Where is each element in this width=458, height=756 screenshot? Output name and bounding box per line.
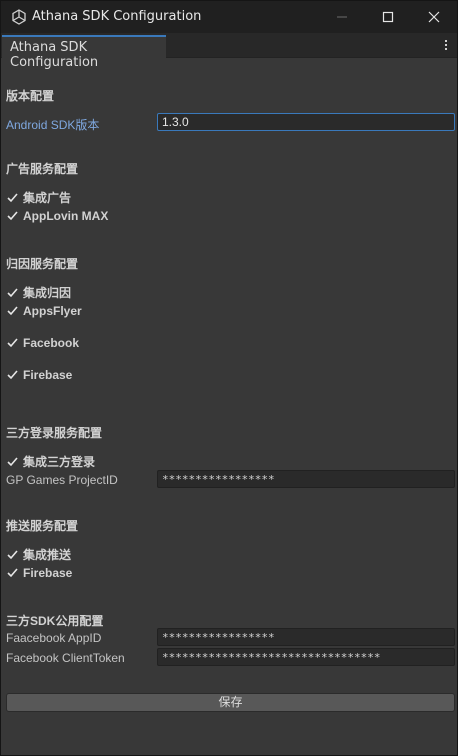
integrate-ads-checkbox[interactable]: 集成广告 xyxy=(6,189,71,206)
title-bar[interactable]: Athana SDK Configuration xyxy=(1,1,457,33)
common-section-header: 三方SDK公用配置 xyxy=(6,614,104,628)
facebook-appid-label: Faacebook AppID xyxy=(6,631,102,645)
facebook-attribution-checkbox[interactable]: Facebook xyxy=(6,336,79,350)
checkmark-icon xyxy=(6,567,19,580)
version-section-header: 版本配置 xyxy=(6,89,55,103)
checkbox-label: AppLovin MAX xyxy=(23,209,109,223)
checkbox-label: Facebook xyxy=(23,336,80,350)
android-sdk-version-input[interactable]: 1.3.0 xyxy=(157,113,455,131)
checkbox-label: Firebase xyxy=(23,368,73,382)
checkbox-label: 集成推送 xyxy=(23,548,72,562)
checkmark-icon xyxy=(6,210,19,223)
gp-games-projectid-label: GP Games ProjectID xyxy=(6,473,118,487)
window-title: Athana SDK Configuration xyxy=(32,9,202,24)
checkbox-label: 集成广告 xyxy=(23,191,72,205)
minimize-button[interactable] xyxy=(319,1,365,33)
checkbox-label: 集成归因 xyxy=(23,286,72,300)
facebook-appid-input[interactable]: ***************** xyxy=(157,628,455,646)
config-panel: 版本配置 Android SDK版本 1.3.0 广告服务配置 集成广告 App… xyxy=(1,59,457,756)
firebase-attribution-checkbox[interactable]: Firebase xyxy=(6,368,72,382)
save-button[interactable]: 保存 xyxy=(6,693,455,712)
close-icon xyxy=(428,11,440,23)
unity-logo-icon xyxy=(12,9,26,25)
integrate-third-party-login-checkbox[interactable]: 集成三方登录 xyxy=(6,453,95,470)
gp-games-projectid-input[interactable]: ***************** xyxy=(157,470,455,488)
checkmark-icon xyxy=(6,337,19,350)
firebase-push-checkbox[interactable]: Firebase xyxy=(6,566,72,580)
facebook-clienttoken-input[interactable]: ********************************* xyxy=(157,648,455,666)
attribution-section-header: 归因服务配置 xyxy=(6,257,79,271)
checkmark-icon xyxy=(6,369,19,382)
tab-athana-sdk-configuration[interactable]: Athana SDK Configuration xyxy=(2,35,166,70)
checkmark-icon xyxy=(6,548,19,561)
maximize-icon xyxy=(382,11,394,23)
applovin-max-checkbox[interactable]: AppLovin MAX xyxy=(6,209,108,223)
checkmark-icon xyxy=(6,286,19,299)
close-button[interactable] xyxy=(411,1,457,33)
appsflyer-checkbox[interactable]: AppsFlyer xyxy=(6,304,82,318)
more-options-icon[interactable] xyxy=(439,36,453,54)
checkmark-icon xyxy=(6,305,19,318)
checkbox-label: Firebase xyxy=(23,566,73,580)
login-section-header: 三方登录服务配置 xyxy=(6,426,103,440)
integrate-push-checkbox[interactable]: 集成推送 xyxy=(6,546,71,563)
checkbox-label: AppsFlyer xyxy=(23,304,82,318)
minimize-icon xyxy=(337,16,347,18)
facebook-clienttoken-label: Facebook ClientToken xyxy=(6,651,125,665)
checkmark-icon xyxy=(6,191,19,204)
maximize-button[interactable] xyxy=(365,1,411,33)
ads-section-header: 广告服务配置 xyxy=(6,162,79,176)
checkbox-label: 集成三方登录 xyxy=(23,455,96,469)
android-sdk-version-label: Android SDK版本 xyxy=(6,118,100,132)
integrate-attribution-checkbox[interactable]: 集成归因 xyxy=(6,284,71,301)
tab-strip: Athana SDK Configuration xyxy=(1,33,457,70)
checkmark-icon xyxy=(6,455,19,468)
editor-window: Athana SDK Configuration Athana SDK Conf… xyxy=(0,0,458,756)
push-section-header: 推送服务配置 xyxy=(6,519,79,533)
